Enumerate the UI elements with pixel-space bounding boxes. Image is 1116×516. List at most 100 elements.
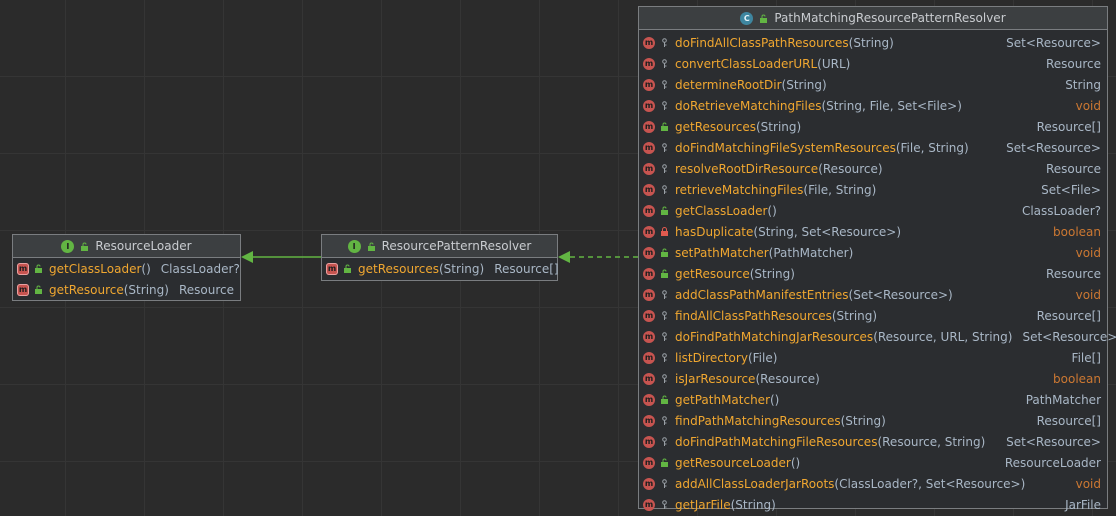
method-icon: m	[643, 120, 655, 133]
method-name: getResources	[358, 261, 439, 276]
private-key-icon	[660, 164, 669, 173]
method-row[interactable]: m getResource (String) Resource	[13, 279, 240, 300]
resource-pattern-resolver-node[interactable]: I ResourcePatternResolver m getResources(…	[321, 234, 559, 281]
method-name: convertClassLoaderURL	[675, 56, 818, 71]
private-key-icon	[660, 38, 669, 47]
method-icon: m	[643, 309, 655, 322]
private-lock-icon	[660, 227, 669, 236]
method-return-type: Resource[]	[1036, 308, 1101, 323]
method-row[interactable]: m hasDuplicate (String, Set<Resource>) bool…	[639, 221, 1107, 242]
method-params: (String)	[781, 77, 827, 92]
method-row[interactable]: m findPathMatchingResources (String) Resour…	[639, 410, 1107, 431]
method-return-type: ResourceLoader	[1004, 455, 1101, 470]
private-key-icon	[660, 479, 669, 488]
class-icon: C	[740, 11, 754, 25]
public-access-icon	[759, 14, 768, 23]
method-params: (Resource, String)	[877, 434, 986, 449]
method-params: (String)	[439, 261, 485, 276]
method-icon: m	[643, 372, 655, 385]
method-icon: m	[643, 204, 655, 217]
method-params: (File, String)	[895, 140, 969, 155]
method-row[interactable]: m findAllClassPathResources (String) Resour…	[639, 305, 1107, 326]
method-params: (PathMatcher)	[768, 245, 854, 260]
method-params: ()	[790, 455, 801, 470]
private-key-icon	[660, 101, 669, 110]
method-params: (String, Set<Resource>)	[753, 224, 902, 239]
method-row[interactable]: m doRetrieveMatchingFiles (String, File, S…	[639, 95, 1107, 116]
method-row[interactable]: m doFindMatchingFileSystemResources (File,…	[639, 137, 1107, 158]
private-key-icon	[660, 500, 669, 509]
method-name: hasDuplicate	[675, 224, 754, 239]
method-return-type: String	[1065, 77, 1101, 92]
method-row[interactable]: m getResources (String) Resource[]	[639, 116, 1107, 137]
method-params: (String)	[756, 119, 802, 134]
method-params: (Resource, URL, String)	[873, 329, 1013, 344]
method-row[interactable]: m setPathMatcher (PathMatcher) void	[639, 242, 1107, 263]
extends-arrowhead	[241, 251, 253, 263]
path-matching-resolver-node[interactable]: C PathMatchingResourcePatternResolver m d…	[638, 6, 1116, 512]
private-key-icon	[660, 80, 669, 89]
method-return-type: Resource[]	[1036, 119, 1101, 134]
method-icon: m	[643, 99, 655, 112]
method-row[interactable]: m getJarFile (String) JarFile	[639, 494, 1107, 515]
method-return-type: boolean	[1053, 224, 1101, 239]
method-params: (String)	[831, 308, 878, 323]
method-row[interactable]: m getClassLoader() ClassLoader?	[639, 200, 1107, 221]
method-row[interactable]: m doFindPathMatchingJarResources (Resource…	[639, 326, 1116, 347]
resource-loader-title: ResourceLoader	[95, 239, 192, 253]
method-icon: m	[643, 288, 655, 301]
method-row[interactable]: m resolveRootDirResource (Resource) Resourc…	[639, 158, 1107, 179]
abstract-method-icon: m	[326, 262, 338, 275]
method-name: doFindMatchingFileSystemResources	[675, 140, 896, 155]
method-row[interactable]: m doFindAllClassPathResources (String) Set<…	[639, 32, 1107, 53]
private-key-icon	[660, 311, 669, 320]
private-key-icon	[660, 374, 669, 383]
method-params: (File)	[747, 350, 778, 365]
public-access-icon	[34, 285, 43, 294]
method-name: findPathMatchingResources	[675, 413, 841, 428]
method-return-type: ClassLoader?	[160, 261, 240, 276]
method-row[interactable]: m addAllClassLoaderJarRoots (ClassLoader?,…	[639, 473, 1107, 494]
method-return-type: void	[1075, 476, 1101, 491]
method-row[interactable]: m getClassLoader() ClassLoader?	[13, 258, 240, 279]
implements-arrowhead	[558, 251, 570, 263]
method-row[interactable]: m doFindPathMatchingFileResources (Resourc…	[639, 431, 1107, 452]
resource-loader-node[interactable]: I ResourceLoader m getClassLoader() ClassL…	[12, 234, 241, 301]
private-key-icon	[660, 143, 669, 152]
method-name: listDirectory	[675, 350, 748, 365]
private-key-icon	[660, 353, 669, 362]
method-return-type: Set<Resource>	[1022, 329, 1116, 344]
method-params: (Resource)	[818, 161, 883, 176]
method-row[interactable]: m isJarResource (Resource) boolean	[639, 368, 1107, 389]
method-name: getJarFile	[675, 497, 731, 512]
method-params: (Set<Resource>)	[848, 287, 953, 302]
method-return-type: Set<Resource>	[1006, 35, 1101, 50]
interface-icon: I	[61, 239, 75, 253]
public-access-icon	[34, 264, 43, 273]
method-icon: m	[643, 57, 655, 70]
method-row[interactable]: m getResource (String) Resource	[639, 263, 1107, 284]
public-access-icon	[343, 264, 352, 273]
method-row[interactable]: m convertClassLoaderURL (URL) Resource	[639, 53, 1107, 74]
method-row[interactable]: m listDirectory (File) File[]	[639, 347, 1107, 368]
method-icon: m	[643, 246, 655, 259]
method-icon: m	[643, 414, 655, 427]
interface-icon: I	[347, 239, 361, 253]
method-row[interactable]: m determineRootDir (String) String	[639, 74, 1107, 95]
method-row[interactable]: m getResources (String) Resource[]	[322, 258, 559, 279]
method-row[interactable]: m getResourceLoader() ResourceLoader	[639, 452, 1107, 473]
method-name: doFindPathMatchingFileResources	[675, 434, 878, 449]
method-icon: m	[643, 225, 655, 238]
private-key-icon	[660, 437, 669, 446]
method-name: getResourceLoader	[675, 455, 791, 470]
resource-pattern-resolver-header: I ResourcePatternResolver	[322, 235, 557, 258]
method-params: (ClassLoader?, Set<Resource>)	[834, 476, 1026, 491]
method-icon: m	[643, 330, 655, 343]
resource-loader-header: I ResourceLoader	[13, 235, 240, 258]
resource-loader-methods: m getClassLoader() ClassLoader? m getResourc…	[13, 258, 240, 300]
method-row[interactable]: m addClassPathManifestEntries (Set<Resourc…	[639, 284, 1107, 305]
method-row[interactable]: m retrieveMatchingFiles (File, String) Set<…	[639, 179, 1107, 200]
method-row[interactable]: m getPathMatcher() PathMatcher	[639, 389, 1107, 410]
method-name: doFindAllClassPathResources	[675, 35, 849, 50]
path-matching-resolver-header: C PathMatchingResourcePatternResolver	[639, 7, 1107, 30]
